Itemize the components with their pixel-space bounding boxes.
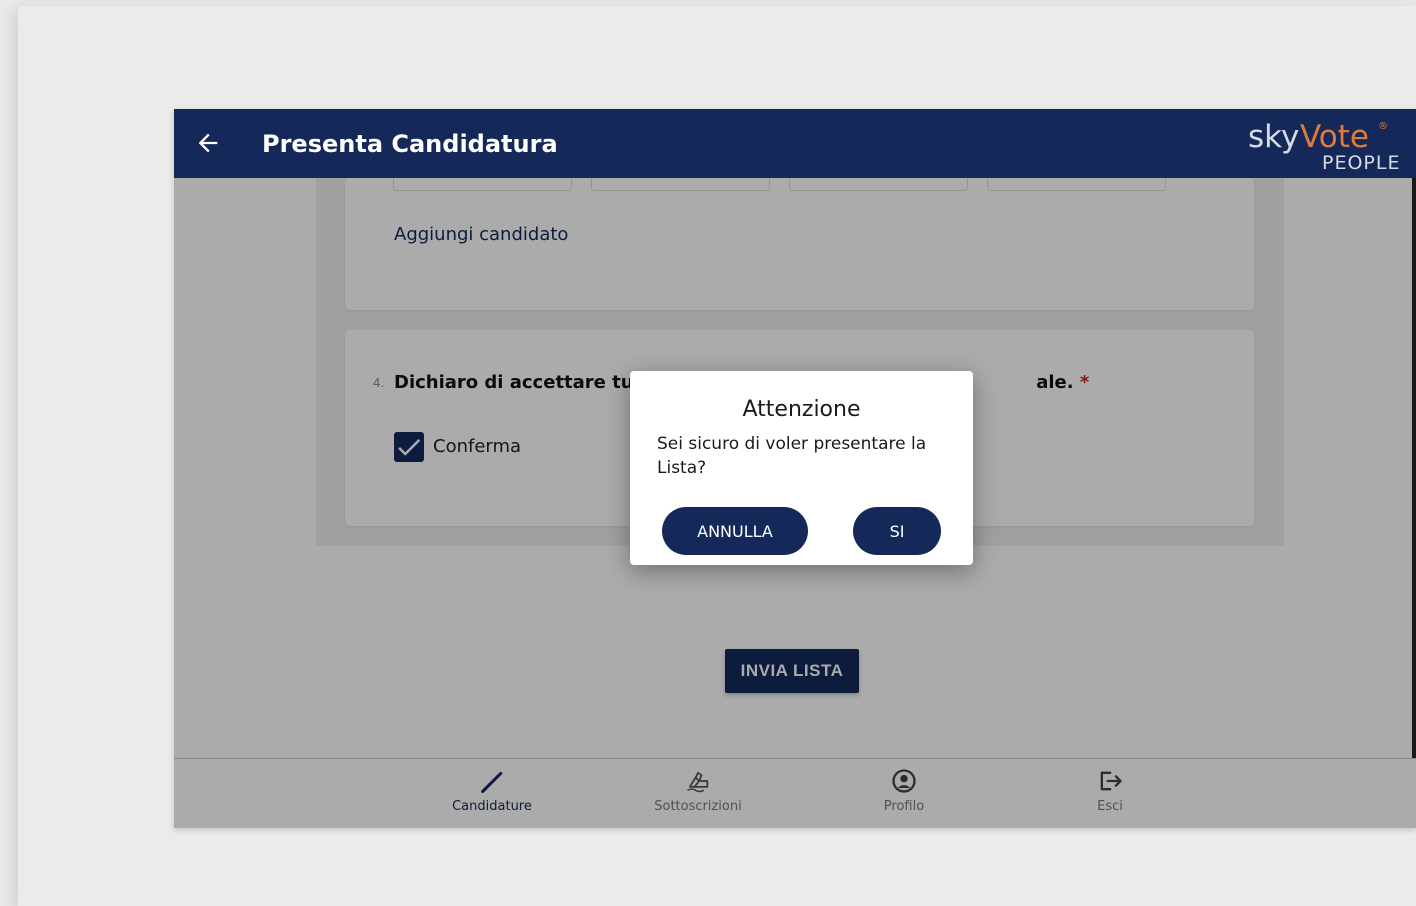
- scrollbar[interactable]: [1412, 178, 1416, 758]
- logo-people: PEOPLE: [1322, 152, 1401, 174]
- skyvote-people-logo: sky Vote ® PEOPLE: [1246, 115, 1416, 175]
- logo-vote: Vote: [1300, 119, 1369, 155]
- logo-sky: sky: [1248, 119, 1300, 155]
- back-arrow-icon[interactable]: [194, 129, 222, 157]
- confirm-dialog: Attenzione Sei sicuro di voler presentar…: [630, 371, 973, 565]
- confirm-button[interactable]: SI: [853, 507, 941, 555]
- page-title: Presenta Candidatura: [262, 130, 558, 158]
- app-window: Presenta Candidatura sky Vote ® PEOPLE A…: [174, 109, 1416, 828]
- dialog-title: Attenzione: [742, 397, 861, 422]
- top-app-bar: Presenta Candidatura sky Vote ® PEOPLE: [174, 109, 1416, 178]
- dialog-message: Sei sicuro di voler presentare la Lista?: [657, 434, 927, 478]
- logo-registered-mark: ®: [1378, 121, 1388, 132]
- cancel-button[interactable]: ANNULLA: [662, 507, 808, 555]
